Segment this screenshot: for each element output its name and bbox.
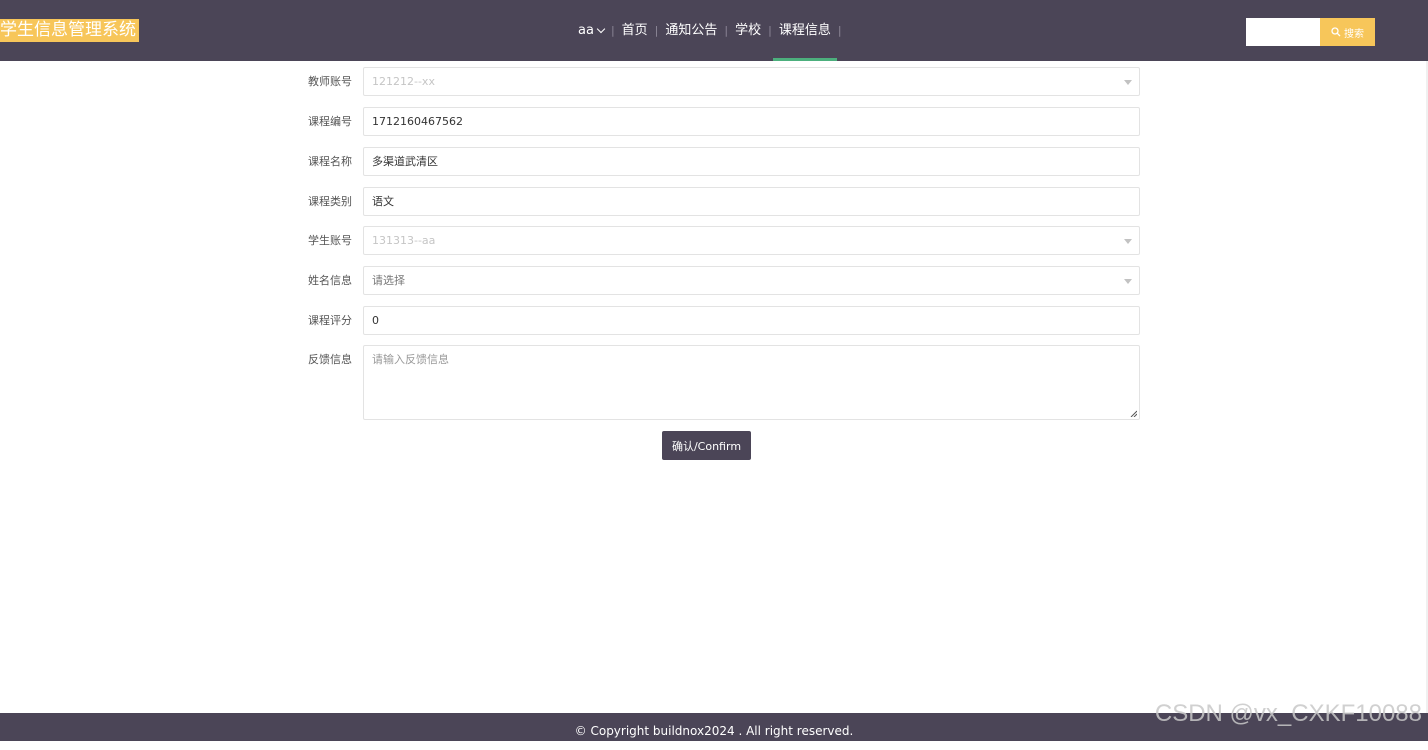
course-category-input[interactable]: 语文 <box>363 187 1140 216</box>
feedback-placeholder: 请输入反馈信息 <box>372 353 449 366</box>
field-label: 教师账号 <box>308 75 352 88</box>
field-value: 0 <box>372 314 379 327</box>
form-row-teacher-account: 教师账号 121212--xx <box>300 67 1140 96</box>
form-row-course-name: 课程名称 多渠道武清区 <box>300 147 1140 176</box>
copyright-text: © Copyright buildnox2024 . All right res… <box>574 724 854 738</box>
field-label: 反馈信息 <box>308 353 352 366</box>
field-value: 多渠道武清区 <box>372 155 438 168</box>
student-account-select[interactable]: 131313--aa <box>363 226 1140 255</box>
caret-down-icon <box>1124 279 1132 284</box>
name-info-select[interactable]: 请选择 <box>363 266 1140 295</box>
search-button[interactable]: 搜索 <box>1320 18 1375 46</box>
field-label: 姓名信息 <box>308 274 352 287</box>
caret-down-icon <box>1124 239 1132 244</box>
user-name: aa <box>578 23 594 38</box>
field-value: 1712160467562 <box>372 115 463 128</box>
nav-item-course-info[interactable]: 课程信息 <box>772 0 837 61</box>
nav-item-school[interactable]: 学校 <box>729 0 767 61</box>
main-nav: aa | 首页 | 通知公告 | 学校 | 课程信息 | <box>572 0 843 61</box>
form-row-course-id: 课程编号 1712160467562 <box>300 107 1140 136</box>
course-score-input[interactable]: 0 <box>363 306 1140 335</box>
nav-item-home[interactable]: 首页 <box>616 0 654 61</box>
feedback-textarea[interactable]: 请输入反馈信息 <box>363 345 1140 420</box>
form-row-feedback: 反馈信息 请输入反馈信息 <box>300 345 1140 420</box>
field-label: 课程名称 <box>308 155 352 168</box>
course-name-input[interactable]: 多渠道武清区 <box>363 147 1140 176</box>
field-label: 课程评分 <box>308 314 352 327</box>
search-button-label: 搜索 <box>1344 28 1364 40</box>
field-value: 131313--aa <box>372 234 436 247</box>
field-label: 课程类别 <box>308 195 352 208</box>
confirm-button[interactable]: 确认/Confirm <box>662 431 751 460</box>
field-label: 课程编号 <box>308 115 352 128</box>
field-label: 学生账号 <box>308 234 352 247</box>
chevron-down-icon <box>596 24 606 33</box>
resize-handle-icon[interactable] <box>1130 410 1137 417</box>
site-logo[interactable]: 学生信息管理系统 <box>0 19 139 42</box>
nav-divider: | <box>837 24 842 37</box>
field-value: 121212--xx <box>372 75 435 88</box>
teacher-account-select[interactable]: 121212--xx <box>363 67 1140 96</box>
search-input[interactable] <box>1246 18 1320 46</box>
form-row-course-category: 课程类别 语文 <box>300 187 1140 216</box>
field-value: 语文 <box>372 195 394 208</box>
course-id-input[interactable]: 1712160467562 <box>363 107 1140 136</box>
field-value: 请选择 <box>372 274 405 287</box>
form-row-student-account: 学生账号 131313--aa <box>300 226 1140 255</box>
form-row-name-info: 姓名信息 请选择 <box>300 266 1140 295</box>
user-menu[interactable]: aa <box>572 0 610 61</box>
watermark-text: CSDN @vx_CXKF10088 <box>1154 700 1422 727</box>
top-header: 学生信息管理系统 aa | 首页 | 通知公告 | 学校 | 课程信息 | 搜索 <box>0 0 1428 61</box>
nav-item-notices[interactable]: 通知公告 <box>659 0 723 61</box>
search-icon <box>1331 27 1341 37</box>
caret-down-icon <box>1124 80 1132 85</box>
form-row-course-score: 课程评分 0 <box>300 306 1140 335</box>
